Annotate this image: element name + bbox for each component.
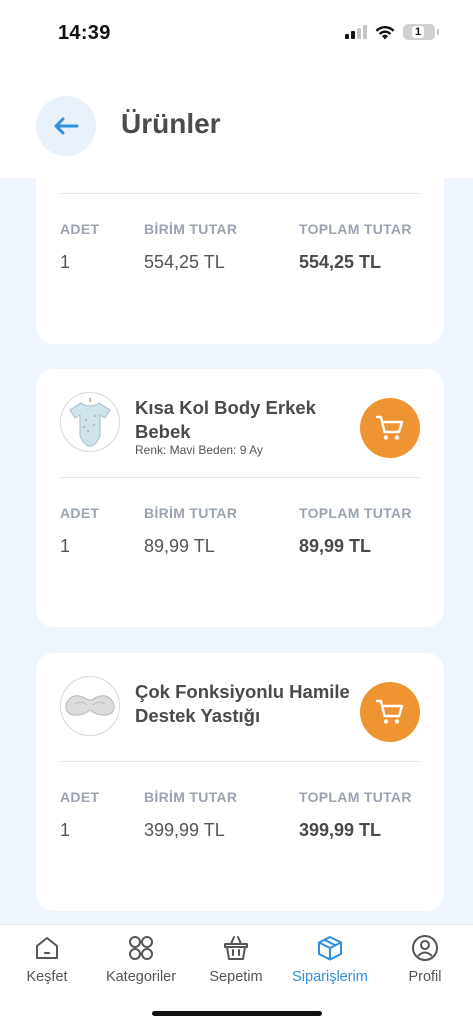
total-price-label: TOPLAM TUTAR (299, 221, 412, 237)
add-to-cart-button[interactable] (360, 398, 420, 458)
top-bar: 14:39 1 Ürünler (0, 0, 473, 178)
unit-price-value: 399,99 TL (144, 820, 225, 840)
tab-label: Profil (408, 969, 442, 985)
quantity-label: ADET (60, 505, 100, 521)
total-price-value: 89,99 TL (299, 536, 372, 556)
tab-profil[interactable]: Profil (380, 933, 470, 985)
order-item-card: Çok Fonksiyonlu Hamile Destek Yastığı AD… (36, 653, 444, 911)
product-header: Çok Fonksiyonlu Hamile Destek Yastığı (60, 676, 420, 742)
battery-icon: 1 (403, 24, 439, 40)
total-price-value: 554,25 TL (299, 252, 382, 272)
tab-label: Kategoriler (105, 969, 177, 985)
unit-price-label: BİRİM TUTAR (144, 789, 238, 805)
total-price-label: TOPLAM TUTAR (299, 505, 412, 521)
quantity-label: ADET (60, 221, 100, 237)
unit-price-value: 89,99 TL (144, 536, 215, 556)
order-item-card: ADET BİRİM TUTAR TOPLAM TUTAR 1 554,25 T… (36, 178, 444, 344)
divider (60, 193, 420, 194)
tab-siparislerim[interactable]: Siparişlerim (285, 933, 375, 985)
total-price-label: TOPLAM TUTAR (299, 789, 412, 805)
quantity-value: 1 (60, 820, 71, 840)
quantity-value: 1 (60, 536, 71, 556)
baby-bodysuit-image (69, 398, 111, 447)
add-to-cart-button[interactable] (360, 682, 420, 742)
total-price-value: 399,99 TL (299, 820, 382, 840)
pregnancy-pillow-image (65, 695, 115, 716)
quantity-label: ADET (60, 789, 100, 805)
product-thumbnail[interactable] (60, 392, 120, 452)
home-indicator (152, 1011, 322, 1016)
order-items-list[interactable]: ADET BİRİM TUTAR TOPLAM TUTAR 1 554,25 T… (0, 178, 473, 924)
wifi-icon (375, 25, 395, 39)
tab-label: Siparişlerim (292, 969, 368, 985)
page-title: Ürünler (121, 108, 221, 139)
battery-level: 1 (412, 26, 425, 38)
unit-price-label: BİRİM TUTAR (144, 505, 238, 521)
back-button[interactable] (36, 96, 96, 156)
tab-label: Keşfet (26, 969, 68, 985)
basket-icon (224, 936, 248, 960)
unit-price-label: BİRİM TUTAR (144, 221, 238, 237)
box-icon (318, 936, 342, 961)
tab-kesfet[interactable]: Keşfet (2, 933, 92, 985)
home-icon (36, 937, 58, 959)
user-icon (412, 935, 438, 961)
status-icons: 1 (345, 24, 439, 40)
cart-icon (375, 699, 404, 724)
tab-sepetim[interactable]: Sepetim (191, 933, 281, 985)
grid-icon (129, 936, 153, 960)
product-name[interactable]: Kısa Kol Body Erkek Bebek (135, 396, 345, 444)
tab-kategoriler[interactable]: Kategoriler (96, 933, 186, 985)
divider (60, 477, 420, 478)
product-variant: Renk: Mavi Beden: 9 Ay (135, 443, 263, 457)
cart-icon (375, 415, 404, 440)
divider (60, 761, 420, 762)
product-header: Kısa Kol Body Erkek Bebek Renk: Mavi Bed… (60, 392, 420, 458)
order-item-card: Kısa Kol Body Erkek Bebek Renk: Mavi Bed… (36, 369, 444, 627)
signal-icon (345, 25, 367, 39)
product-thumbnail[interactable] (60, 676, 120, 736)
quantity-value: 1 (60, 252, 71, 272)
status-time: 14:39 (58, 22, 111, 44)
tab-label: Sepetim (209, 969, 263, 985)
arrow-left-icon (54, 117, 79, 135)
product-name[interactable]: Çok Fonksiyonlu Hamile Destek Yastığı (135, 680, 365, 728)
unit-price-value: 554,25 TL (144, 252, 225, 272)
bottom-tab-bar: Keşfet Kategoriler Sepetim Siparişlerim … (0, 924, 473, 1024)
